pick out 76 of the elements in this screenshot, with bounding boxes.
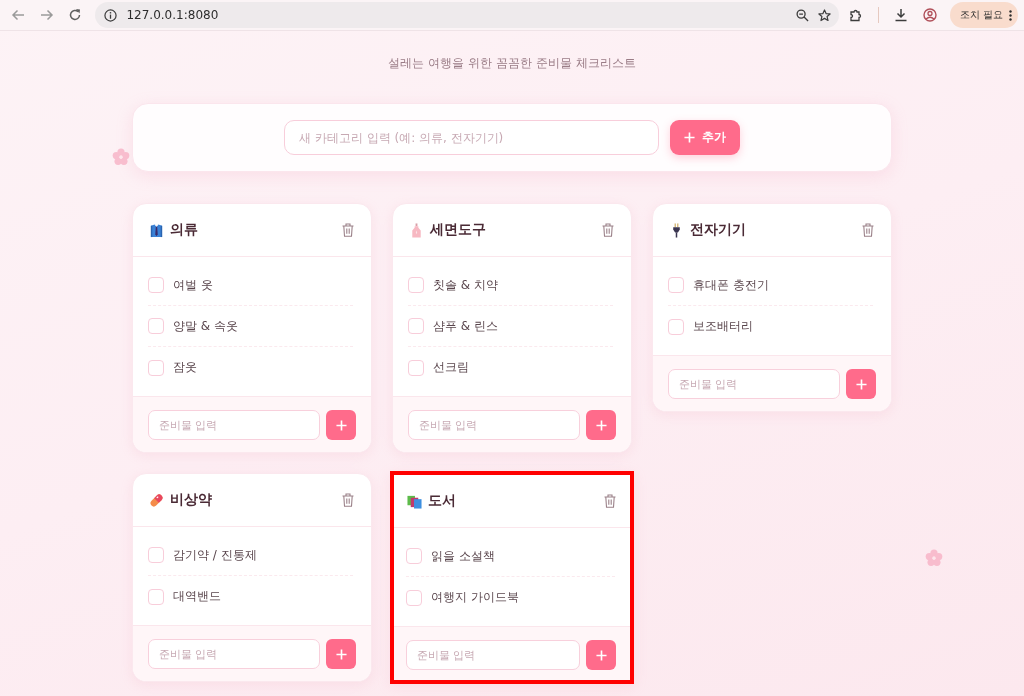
- plus-icon: [855, 378, 867, 390]
- add-item-button[interactable]: [326, 410, 356, 440]
- item-label: 양말 & 속옷: [173, 317, 238, 335]
- item-label: 선크림: [433, 359, 469, 376]
- plus-icon: [684, 132, 695, 143]
- checkbox[interactable]: [408, 359, 424, 376]
- shirt-icon: [149, 222, 164, 238]
- item-input[interactable]: 준비물 입력: [148, 639, 321, 669]
- category-title: 의류: [170, 221, 198, 239]
- item-input[interactable]: 준비물 입력: [406, 640, 580, 670]
- blossom-icon: [925, 549, 943, 567]
- action-required-button[interactable]: 조치 필요: [949, 2, 1019, 28]
- add-item-button[interactable]: [846, 369, 876, 399]
- plus-icon: [335, 419, 347, 431]
- address-bar[interactable]: 127.0.0.1:8080: [95, 2, 840, 28]
- checkbox[interactable]: [148, 318, 164, 334]
- trash-icon: [602, 223, 614, 237]
- pill-icon: [149, 492, 164, 508]
- checkbox[interactable]: [408, 277, 424, 293]
- checkbox[interactable]: [668, 318, 684, 335]
- item-label: 여벌 옷: [173, 276, 213, 294]
- category-input[interactable]: 새 카테고리 입력 (예: 의류, 전자기기): [284, 120, 659, 155]
- delete-button[interactable]: [602, 223, 614, 237]
- category-title: 전자기기: [690, 221, 746, 239]
- checkbox[interactable]: [406, 548, 422, 564]
- reload-icon: [68, 8, 83, 22]
- info-icon: [104, 8, 118, 22]
- plus-icon: [335, 648, 347, 660]
- add-item-button[interactable]: [586, 410, 616, 440]
- books-icon: [407, 493, 422, 509]
- item-label: 보조배터리: [693, 318, 753, 335]
- item-input[interactable]: 준비물 입력: [148, 410, 321, 440]
- delete-button[interactable]: [342, 223, 354, 237]
- checkbox[interactable]: [148, 588, 164, 605]
- zoom-out-icon[interactable]: [796, 8, 810, 22]
- item-label: 휴대폰 충전기: [693, 276, 769, 294]
- back-arrow-icon: [11, 8, 26, 22]
- trash-icon: [342, 223, 354, 237]
- trash-icon: [862, 223, 874, 237]
- url-text: 127.0.0.1:8080: [126, 8, 220, 22]
- item-label: 잠옷: [173, 359, 197, 376]
- delete-button[interactable]: [604, 494, 616, 508]
- trash-icon: [342, 493, 354, 507]
- category-title: 세면도구: [430, 221, 486, 239]
- item-input[interactable]: 준비물 입력: [668, 369, 841, 399]
- plus-icon: [595, 649, 607, 661]
- add-item-button[interactable]: [586, 640, 616, 670]
- category-title: 도서: [428, 492, 456, 510]
- checkbox[interactable]: [408, 318, 424, 334]
- delete-button[interactable]: [862, 223, 874, 237]
- checkbox[interactable]: [148, 547, 164, 563]
- checkbox[interactable]: [148, 277, 164, 293]
- item-label: 칫솔 & 치약: [433, 276, 498, 294]
- star-icon[interactable]: [818, 8, 832, 22]
- profile-icon: [922, 8, 937, 22]
- delete-button[interactable]: [342, 493, 354, 507]
- checkbox[interactable]: [668, 277, 684, 293]
- trash-icon: [604, 494, 616, 508]
- item-label: 감기약 / 진통제: [173, 546, 257, 564]
- item-input[interactable]: 준비물 입력: [408, 410, 581, 440]
- kebab-menu-icon: [1009, 9, 1013, 21]
- plus-icon: [595, 419, 607, 431]
- download-icon: [894, 8, 909, 22]
- item-label: 읽을 소설책: [431, 547, 495, 565]
- add-item-button[interactable]: [326, 639, 356, 669]
- puzzle-icon: [848, 8, 863, 22]
- forward-arrow-icon: [39, 8, 54, 22]
- item-label: 샴푸 & 린스: [433, 317, 498, 335]
- blossom-icon: [112, 148, 130, 166]
- category-title: 비상약: [170, 491, 212, 509]
- checkbox[interactable]: [148, 359, 164, 376]
- bottle-icon: [409, 222, 424, 238]
- item-label: 여행지 가이드북: [431, 589, 519, 606]
- checkbox[interactable]: [406, 589, 422, 606]
- subtitle: 설레는 여행을 위한 꼼꼼한 준비물 체크리스트: [387, 55, 637, 72]
- item-label: 대역밴드: [173, 588, 221, 605]
